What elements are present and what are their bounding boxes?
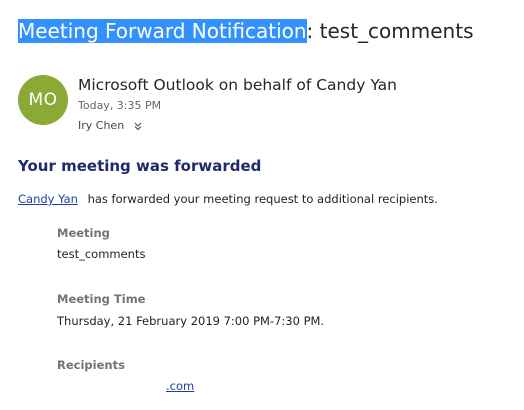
- recipient-email-suffix: .com: [166, 379, 195, 393]
- email-subject: Meeting Forward Notification: test_comme…: [18, 17, 474, 45]
- chevron-down-icon[interactable]: [132, 120, 144, 132]
- subject-highlighted-text: Meeting Forward Notification: [18, 19, 307, 43]
- meeting-time-value: Thursday, 21 February 2019 7:00 PM-7:30 …: [57, 314, 325, 328]
- subject-rest-text: : test_comments: [306, 19, 474, 43]
- to-recipient[interactable]: Iry Chen: [78, 119, 124, 132]
- forward-heading: Your meeting was forwarded: [18, 157, 262, 175]
- forwarder-link[interactable]: Candy Yan: [18, 192, 78, 206]
- meeting-time-label: Meeting Time: [57, 292, 146, 306]
- recipient-row: Iry Chen: [78, 119, 144, 132]
- sender-name[interactable]: Microsoft Outlook on behalf of Candy Yan: [78, 76, 397, 94]
- forward-text: has forwarded your meeting request to ad…: [87, 192, 438, 206]
- recipients-label: Recipients: [57, 358, 125, 372]
- avatar[interactable]: MO: [18, 75, 68, 125]
- recipient-email-link[interactable]: .com: [57, 379, 194, 393]
- meeting-value: test_comments: [57, 247, 146, 261]
- meeting-label: Meeting: [57, 226, 110, 240]
- sent-date: Today, 3:35 PM: [78, 99, 162, 112]
- forward-message: Candy Yan has forwarded your meeting req…: [18, 192, 438, 206]
